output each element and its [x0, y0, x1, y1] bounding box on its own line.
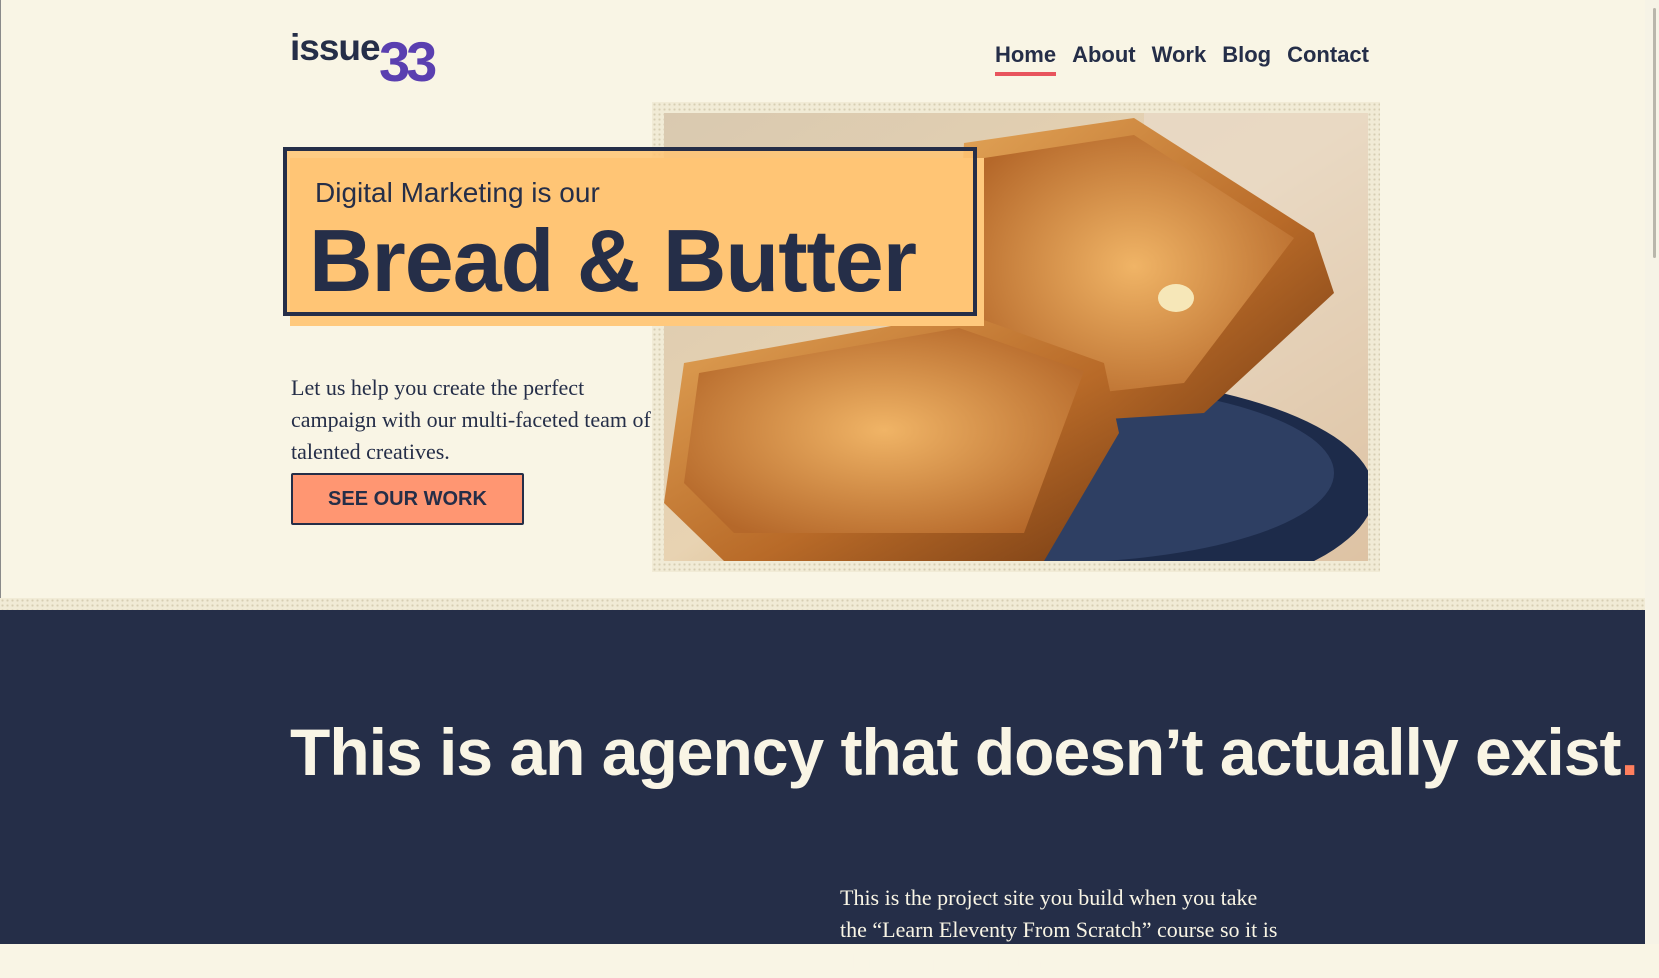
scrollbar[interactable] [1645, 0, 1659, 944]
logo-word: issue [290, 27, 381, 68]
hero-title: Bread & Butter [309, 211, 917, 310]
hero-description: Let us help you create the perfect campa… [291, 375, 651, 464]
logo-number: 33 [379, 30, 437, 93]
main-nav: Home About Work Blog Contact [994, 42, 1369, 76]
intro-section: This is an agency that doesn’t actually … [0, 610, 1659, 974]
intro-body: This is the project site you build when … [840, 885, 1278, 974]
nav-blog[interactable]: Blog [1222, 42, 1271, 76]
dotted-divider [0, 598, 1659, 610]
nav-home[interactable]: Home [994, 42, 1057, 76]
intro-heading: This is an agency that doesn’t actually … [290, 714, 1639, 789]
see-our-work-button[interactable]: SEE OUR WORK [291, 473, 524, 525]
nav-work[interactable]: Work [1152, 42, 1207, 76]
nav-about[interactable]: About [1072, 42, 1136, 76]
intro-heading-text: This is an agency that doesn’t actually … [290, 714, 1621, 789]
site-logo[interactable]: issue 33 [290, 26, 470, 93]
intro-heading-dot: . [1620, 714, 1638, 789]
scrollbar-thumb[interactable] [1653, 8, 1656, 258]
headline-box: Digital Marketing is our Bread & Butter [283, 147, 977, 316]
nav-contact[interactable]: Contact [1287, 42, 1369, 76]
hero-eyebrow: Digital Marketing is our [315, 177, 600, 208]
